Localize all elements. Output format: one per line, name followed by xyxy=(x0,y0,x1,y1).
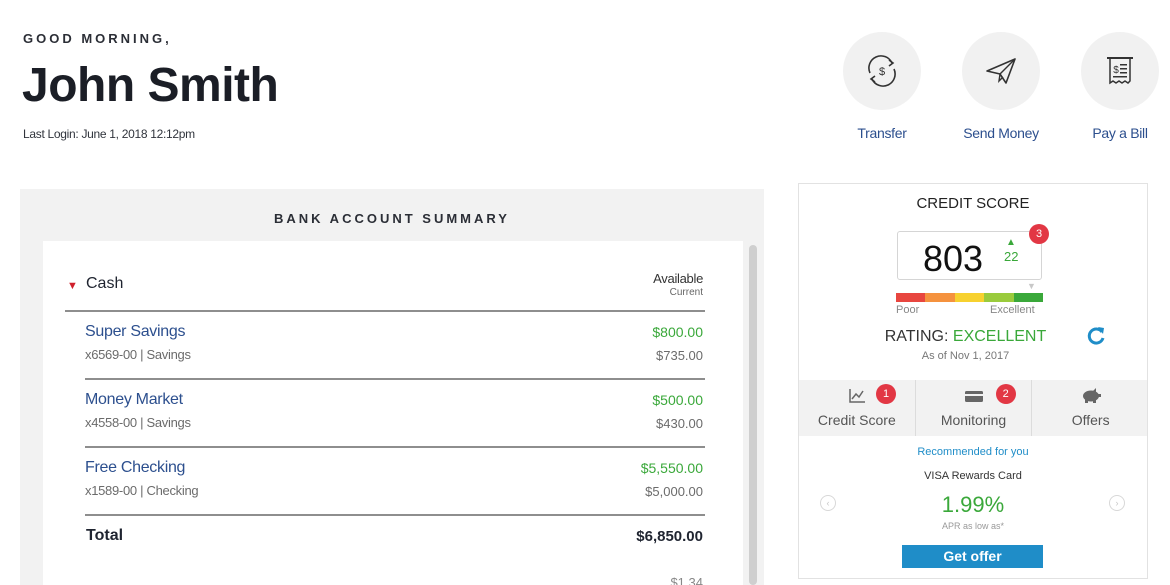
paper-plane-icon xyxy=(962,32,1040,110)
available-balance: $5,550.00 xyxy=(640,460,703,476)
account-row[interactable]: Free Checking x1589-00 | Checking $5,550… xyxy=(85,448,705,516)
tab-badge: 1 xyxy=(876,384,896,404)
caret-down-icon[interactable]: ▼ xyxy=(67,280,78,292)
line-chart-icon xyxy=(799,388,915,404)
group-name: Cash xyxy=(86,275,124,292)
score-pointer-icon: ▼ xyxy=(1027,281,1036,291)
cash-group-header[interactable]: ▼ Cash Available Current xyxy=(65,270,705,312)
current-balance: $5,000.00 xyxy=(645,484,703,499)
meter-low-label: Poor xyxy=(896,304,920,316)
credit-score-title: CREDIT SCORE xyxy=(916,195,1030,212)
account-detail: x6569-00 | Savings xyxy=(85,347,191,362)
transfer-button[interactable]: $ Transfer xyxy=(827,32,937,141)
score-change: 22 xyxy=(1004,249,1019,264)
svg-text:$: $ xyxy=(879,66,885,78)
account-row[interactable]: Super Savings x6569-00 | Savings $800.00… xyxy=(85,312,705,380)
offer-apr-note: APR as low as* xyxy=(941,521,1005,531)
account-summary-panel: BANK ACCOUNT SUMMARY ▼ Cash Available Cu… xyxy=(20,189,764,585)
score-meter xyxy=(896,293,1044,302)
account-summary-title: BANK ACCOUNT SUMMARY xyxy=(274,211,510,226)
account-detail: x1589-00 | Checking xyxy=(85,483,199,498)
total-label: Total xyxy=(86,527,124,544)
refresh-icon[interactable] xyxy=(1085,325,1107,352)
meter-segment xyxy=(1013,293,1044,302)
meter-high-label: Excellent xyxy=(990,304,1035,316)
greeting-text: GOOD MORNING, xyxy=(23,31,172,46)
alert-badge[interactable]: 3 xyxy=(1029,224,1049,244)
meter-segment xyxy=(954,293,985,302)
credit-score-value: 803 xyxy=(923,238,984,279)
get-offer-button[interactable]: Get offer xyxy=(902,545,1043,568)
tab-monitoring[interactable]: 2 Monitoring xyxy=(916,380,1033,436)
rating-label: RATING: xyxy=(884,328,949,345)
tab-label: Offers xyxy=(1071,412,1110,428)
transfer-label: Transfer xyxy=(857,125,907,141)
current-balance: $735.00 xyxy=(656,348,703,363)
account-row[interactable]: Money Market x4558-00 | Savings $500.00 … xyxy=(85,380,705,448)
tab-label: Monitoring xyxy=(940,412,1007,428)
carousel-next-icon[interactable]: › xyxy=(1109,495,1125,511)
tab-offers[interactable]: Offers xyxy=(1032,380,1147,436)
transfer-icon: $ xyxy=(843,32,921,110)
account-summary-card: ▼ Cash Available Current Super Savings x… xyxy=(43,241,757,585)
tab-credit-score[interactable]: 1 Credit Score xyxy=(799,380,916,436)
offer-apr: 1.99% xyxy=(941,492,1005,517)
recommended-heading: Recommended for you xyxy=(917,446,1029,458)
send-money-label: Send Money xyxy=(963,125,1039,141)
available-column-header: Available xyxy=(653,271,703,286)
available-balance: $500.00 xyxy=(652,392,703,408)
scrollbar[interactable] xyxy=(749,245,757,585)
account-name-link[interactable]: Super Savings xyxy=(85,323,185,341)
credit-tabs: 1 Credit Score 2 Monitoring Offers xyxy=(799,380,1147,436)
bill-receipt-icon: $ xyxy=(1081,32,1159,110)
account-name-link[interactable]: Free Checking xyxy=(85,459,185,477)
current-balance: $430.00 xyxy=(656,416,703,431)
pay-bill-button[interactable]: $ Pay a Bill xyxy=(1065,32,1170,141)
svg-text:$: $ xyxy=(1113,65,1119,76)
send-money-button[interactable]: Send Money xyxy=(946,32,1056,141)
meter-segment xyxy=(925,293,955,302)
tab-badge: 2 xyxy=(995,384,1016,404)
user-name: John Smith xyxy=(22,59,279,112)
account-name-link[interactable]: Money Market xyxy=(85,391,183,409)
rating-value: EXCELLENT xyxy=(952,328,1047,345)
available-balance: $800.00 xyxy=(652,324,703,340)
as-of-date: As of Nov 1, 2017 xyxy=(921,350,1010,362)
meter-segment xyxy=(984,293,1014,302)
account-detail: x4558-00 | Savings xyxy=(85,415,191,430)
meter-segment xyxy=(896,293,926,302)
next-group-peek: $1,34 xyxy=(670,575,703,585)
tab-label: Credit Score xyxy=(817,412,896,428)
last-login-text: Last Login: June 1, 2018 12:12pm xyxy=(23,127,195,141)
total-value: $6,850.00 xyxy=(636,528,703,545)
credit-score-card: CREDIT SCORE 803 ▲ 22 3 ▼ Poor Excellent… xyxy=(798,183,1148,579)
piggy-bank-icon xyxy=(1032,388,1147,404)
offer-product-name: VISA Rewards Card xyxy=(924,470,1022,482)
score-box: 803 ▲ 22 xyxy=(897,231,1042,280)
current-column-header: Current xyxy=(669,287,703,298)
pay-bill-label: Pay a Bill xyxy=(1092,125,1148,141)
arrow-up-icon: ▲ xyxy=(1006,237,1016,248)
rating-line: RATING: EXCELLENT xyxy=(799,328,1132,346)
